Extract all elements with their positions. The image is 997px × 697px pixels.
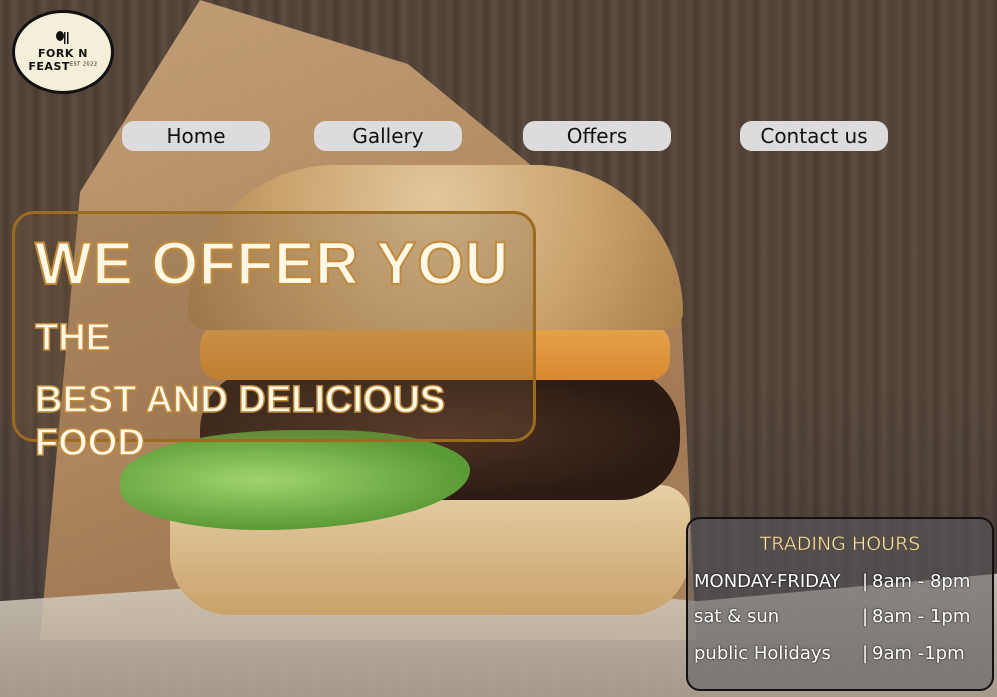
- hero-subline: THE: [34, 316, 112, 360]
- nav-home-button[interactable]: Home: [122, 121, 270, 151]
- logo-line1: FORK N: [38, 47, 88, 60]
- hours-day: MONDAY-FRIDAY: [694, 570, 841, 592]
- hero-tagline: BEST AND DELICIOUS FOOD: [34, 378, 446, 465]
- hours-separator: |: [861, 642, 869, 664]
- trading-hours-title: TRADING HOURS: [759, 533, 921, 556]
- hero-headline: WE OFFER YOU: [34, 229, 510, 298]
- hours-separator: |: [861, 570, 869, 592]
- logo[interactable]: FORK N FEASTEST 2022: [12, 10, 114, 94]
- nav-gallery-button[interactable]: Gallery: [314, 121, 462, 151]
- hours-time: 8am - 1pm: [872, 605, 971, 627]
- hours-day: sat & sun: [694, 605, 780, 627]
- trading-hours-panel: TRADING HOURS MONDAY-FRIDAY | 8am - 8pm …: [686, 517, 994, 691]
- hours-row: MONDAY-FRIDAY | 8am - 8pm: [694, 568, 986, 594]
- logo-since: EST 2022: [69, 61, 98, 68]
- fork-spoon-icon: [56, 31, 69, 44]
- hours-row: sat & sun | 8am - 1pm: [694, 603, 986, 629]
- hours-time: 8am - 8pm: [872, 570, 971, 592]
- logo-line2: FEASTEST 2022: [28, 60, 98, 73]
- hero-banner: WE OFFER YOU THE BEST AND DELICIOUS FOOD: [12, 211, 536, 465]
- hours-separator: |: [861, 605, 869, 627]
- hours-time: 9am -1pm: [872, 642, 965, 664]
- nav-offers-button[interactable]: Offers: [523, 121, 671, 151]
- nav-contact-button[interactable]: Contact us: [740, 121, 888, 151]
- hours-day: public Holidays: [694, 642, 831, 664]
- hours-row: public Holidays | 9am -1pm: [694, 640, 986, 666]
